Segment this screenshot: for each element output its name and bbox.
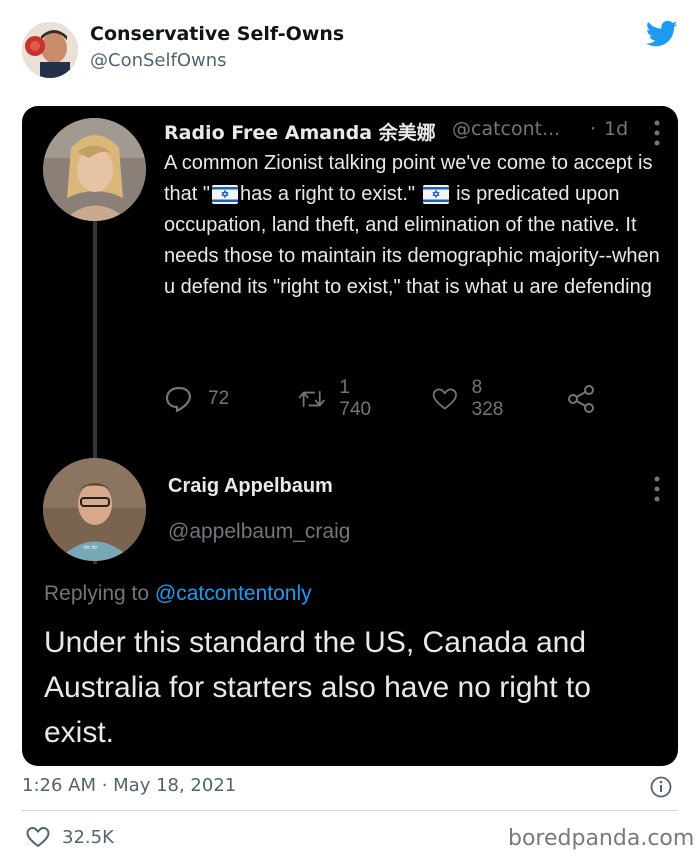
watermark: boredpanda.com [508,826,695,851]
israel-flag-icon [212,183,239,204]
share-icon[interactable] [566,384,596,414]
reply-text: Under this standard the US, Canada and A… [44,626,591,749]
heart-icon[interactable] [432,385,458,413]
more-options-icon[interactable] [654,476,660,502]
outer-like-action[interactable]: 32.5K [26,826,114,848]
replying-to-prefix: Replying to [44,582,155,605]
twitter-bird-icon [645,20,678,48]
like-action[interactable]: 8 328 [432,377,510,420]
avatar[interactable] [22,22,78,78]
outer-handle[interactable]: @ConSelfOwns [90,50,227,71]
svg-text:≈≈: ≈≈ [83,543,98,553]
avatar[interactable] [43,118,146,221]
reply-icon[interactable] [164,385,194,413]
reply-count: 72 [208,388,230,409]
tweet-text: A common Zionist talking point we've com… [164,148,664,303]
reply-action[interactable]: 72 [164,384,229,414]
separator-dot: · [590,118,597,140]
like-count: 8 328 [471,377,504,420]
outer-display-name[interactable]: Conservative Self-Owns [90,23,344,45]
outer-like-count: 32.5K [62,826,114,848]
israel-flag-icon [422,183,449,204]
replying-to-mention[interactable]: @catcontentonly [155,582,312,605]
more-options-icon[interactable] [654,120,660,146]
retweet-action[interactable]: 1 740 [298,377,378,420]
tweet-timestamp[interactable]: 1:26 AM · May 18, 2021 [22,775,236,796]
retweet-count: 1 740 [339,377,372,420]
tweet-text-part: has a right to exist." [240,183,421,205]
author-handle[interactable]: @catcont... [452,118,560,140]
reply-author-handle[interactable]: @appelbaum_craig [168,520,350,544]
info-icon[interactable] [650,776,672,798]
quoted-thread-card: Radio Free Amanda 余美娜 @catcont... · 1d A… [22,106,678,766]
heart-icon[interactable] [26,826,50,848]
replying-to-line: Replying to @catcontentonly [44,582,312,606]
avatar[interactable]: ≈≈ [43,458,146,561]
share-action[interactable] [566,384,596,414]
retweet-icon[interactable] [298,386,325,412]
reply-author-display-name[interactable]: Craig Appelbaum [168,475,333,498]
outer-tweet-header: Conservative Self-Owns @ConSelfOwns [0,0,700,100]
divider [22,810,678,811]
tweet-age[interactable]: 1d [604,118,628,140]
author-display-name[interactable]: Radio Free Amanda 余美娜 [164,118,436,145]
